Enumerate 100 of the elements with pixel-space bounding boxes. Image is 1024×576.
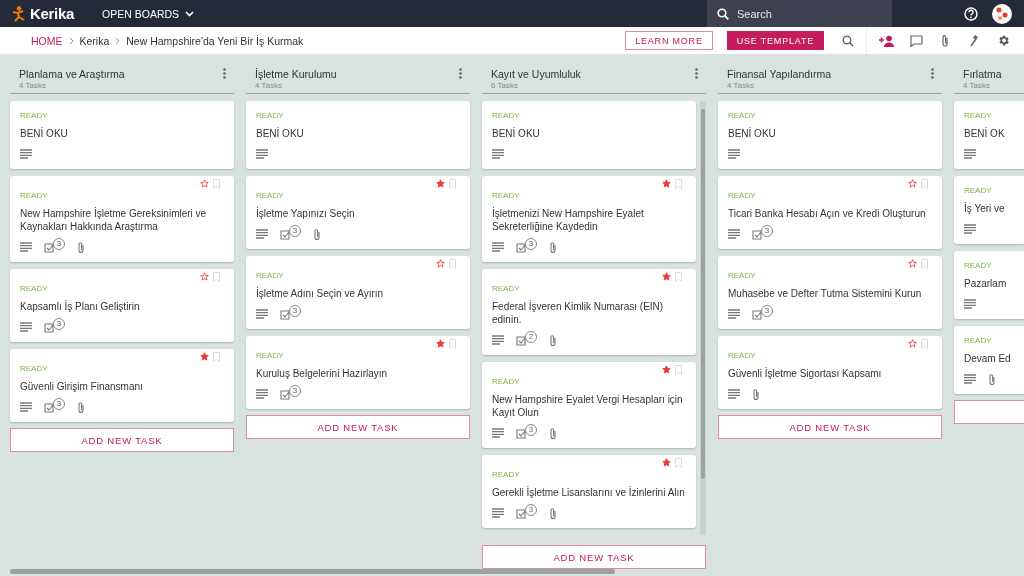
checklist-count: 3	[525, 237, 537, 250]
task-card[interactable]: READY Pazarlam	[954, 251, 1024, 319]
star-icon[interactable]	[436, 179, 445, 188]
task-card[interactable]: READY BENİ OKU	[718, 101, 942, 169]
description-icon	[256, 229, 268, 239]
task-card[interactable]: READY Ticari Banka Hesabı Açın ve Kredi Oluşturun 3	[718, 176, 942, 249]
paperclip-icon[interactable]	[941, 33, 949, 48]
status-label: READY	[256, 111, 285, 120]
task-card[interactable]: READY Güvenli İşletme Sigortası Kapsamı	[718, 336, 942, 409]
task-title: Federal İşveren Kimlik Numarası (EIN) edinin.	[492, 300, 665, 326]
task-card[interactable]: READY Kapsamlı İş Planı Geliştirin 3	[10, 269, 234, 342]
star-icon[interactable]	[662, 272, 671, 281]
add-person-icon[interactable]	[879, 34, 894, 47]
star-icon[interactable]	[662, 458, 671, 467]
more-icon[interactable]	[695, 68, 698, 79]
description-icon	[256, 309, 268, 319]
more-icon[interactable]	[223, 68, 226, 79]
add-task-button[interactable]: ADD NEW TASK	[10, 428, 234, 452]
status-label: READY	[20, 111, 49, 120]
help-icon[interactable]	[964, 6, 978, 21]
status-label: READY	[964, 186, 993, 195]
status-label: READY	[20, 191, 49, 200]
task-card[interactable]: READY BENİ OKU	[246, 101, 470, 169]
search-icon[interactable]	[842, 34, 854, 47]
star-icon[interactable]	[662, 365, 671, 374]
checklist-count: 3	[289, 304, 301, 317]
wand-icon[interactable]	[969, 34, 979, 47]
use-template-button[interactable]: USE TEMPLATE	[726, 31, 824, 50]
checklist-count: 2	[525, 330, 537, 343]
task-card[interactable]: READY Kuruluş Belgelerini Hazırlayın 3	[246, 336, 470, 409]
task-count: 4 Tasks	[727, 81, 755, 90]
add-task-button[interactable]	[954, 400, 1024, 424]
star-icon[interactable]	[200, 272, 209, 281]
status-label: READY	[492, 470, 521, 479]
description-icon	[728, 309, 740, 319]
open-boards-menu[interactable]: OPEN BOARDS	[96, 6, 201, 21]
search-field[interactable]: Search	[707, 0, 892, 27]
checklist-count: 3	[53, 317, 65, 330]
add-task-button[interactable]: ADD NEW TASK	[246, 415, 470, 439]
task-card[interactable]: READY Devam Ed	[954, 326, 1024, 394]
task-card[interactable]: READY İşletme Adını Seçin ve Ayırın 3	[246, 256, 470, 329]
comment-icon[interactable]	[910, 34, 923, 47]
description-icon	[20, 242, 32, 252]
task-card[interactable]: READY İşletme Yapınızı Seçin 3	[246, 176, 470, 249]
task-card[interactable]: READY BENİ OK	[954, 101, 1024, 169]
description-icon	[492, 428, 504, 438]
more-icon[interactable]	[931, 68, 934, 79]
star-icon[interactable]	[200, 179, 209, 188]
settings-icon[interactable]	[997, 34, 1010, 47]
star-icon[interactable]	[436, 259, 445, 268]
column-title: Kayıt ve Uyumluluk	[491, 68, 582, 80]
status-label: READY	[964, 336, 993, 345]
status-label: READY	[20, 364, 49, 373]
checklist-icon	[752, 228, 763, 240]
status-label: READY	[728, 111, 757, 120]
caret-icon[interactable]	[185, 10, 195, 17]
task-card[interactable]: READY Güvenli Girişim Finansmanı 3	[10, 349, 234, 422]
checklist-icon	[44, 241, 55, 253]
star-icon[interactable]	[662, 179, 671, 188]
column-title: Planlama ve Araştırma	[19, 68, 126, 80]
checklist-count: 3	[525, 503, 537, 516]
add-task-button[interactable]: ADD NEW TASK	[718, 415, 942, 439]
scrollbar[interactable]	[700, 101, 706, 535]
star-icon[interactable]	[908, 339, 917, 348]
task-card[interactable]: READY New Hampshire Eyalet Vergi Hesapları için Kayıt Olun 3	[482, 362, 696, 448]
status-label: READY	[492, 191, 521, 200]
task-card[interactable]: READY İş Yeri ve	[954, 176, 1024, 244]
star-icon[interactable]	[436, 339, 445, 348]
search-icon[interactable]	[717, 8, 729, 20]
description-icon	[492, 149, 504, 159]
task-title: BENİ OKU	[492, 127, 541, 140]
star-icon[interactable]	[908, 259, 917, 268]
column-title: Finansal Yapılandırma	[727, 68, 833, 80]
task-title: Devam Ed	[964, 352, 1011, 365]
learn-more-button[interactable]: LEARN MORE	[625, 31, 713, 50]
scrollbar[interactable]	[10, 569, 615, 574]
add-task-button[interactable]: ADD NEW TASK	[482, 545, 706, 569]
breadcrumb-link[interactable]: Kerika	[79, 34, 110, 47]
task-card[interactable]: READY İşletmenizi New Hampshire Eyalet Sekreterliğine Kaydedin 3	[482, 176, 696, 262]
description-icon	[492, 508, 504, 518]
description-icon	[728, 229, 740, 239]
task-title: Kapsamlı İş Planı Geliştirin	[20, 300, 141, 313]
status-label: READY	[492, 284, 521, 293]
task-card[interactable]: READY Muhasebe ve Defter Tutma Sistemini Kurun 3	[718, 256, 942, 329]
task-card[interactable]: READY Federal İşveren Kimlik Numarası (EIN) edinin. 2	[482, 269, 696, 355]
task-card[interactable]: READY BENİ OKU	[10, 101, 234, 169]
task-card[interactable]: READY BENİ OKU	[482, 101, 696, 169]
avatar-icon[interactable]	[992, 3, 1012, 24]
status-label: READY	[256, 191, 285, 200]
checklist-icon	[44, 321, 55, 333]
breadcrumb-link[interactable]: HOME	[31, 34, 63, 47]
star-icon[interactable]	[200, 352, 209, 361]
task-card[interactable]: READY New Hampshire İşletme Gereksinimleri ve Kaynakları Hakkında Araştırma 3	[10, 176, 234, 262]
description-icon	[20, 322, 32, 332]
more-icon[interactable]	[459, 68, 462, 79]
star-icon[interactable]	[908, 179, 917, 188]
checklist-icon	[752, 308, 763, 320]
logo-icon	[12, 5, 26, 22]
checklist-icon	[44, 401, 55, 413]
task-card[interactable]: READY Gerekli İşletme Lisanslarını ve İzinlerini Alın 3	[482, 455, 696, 528]
